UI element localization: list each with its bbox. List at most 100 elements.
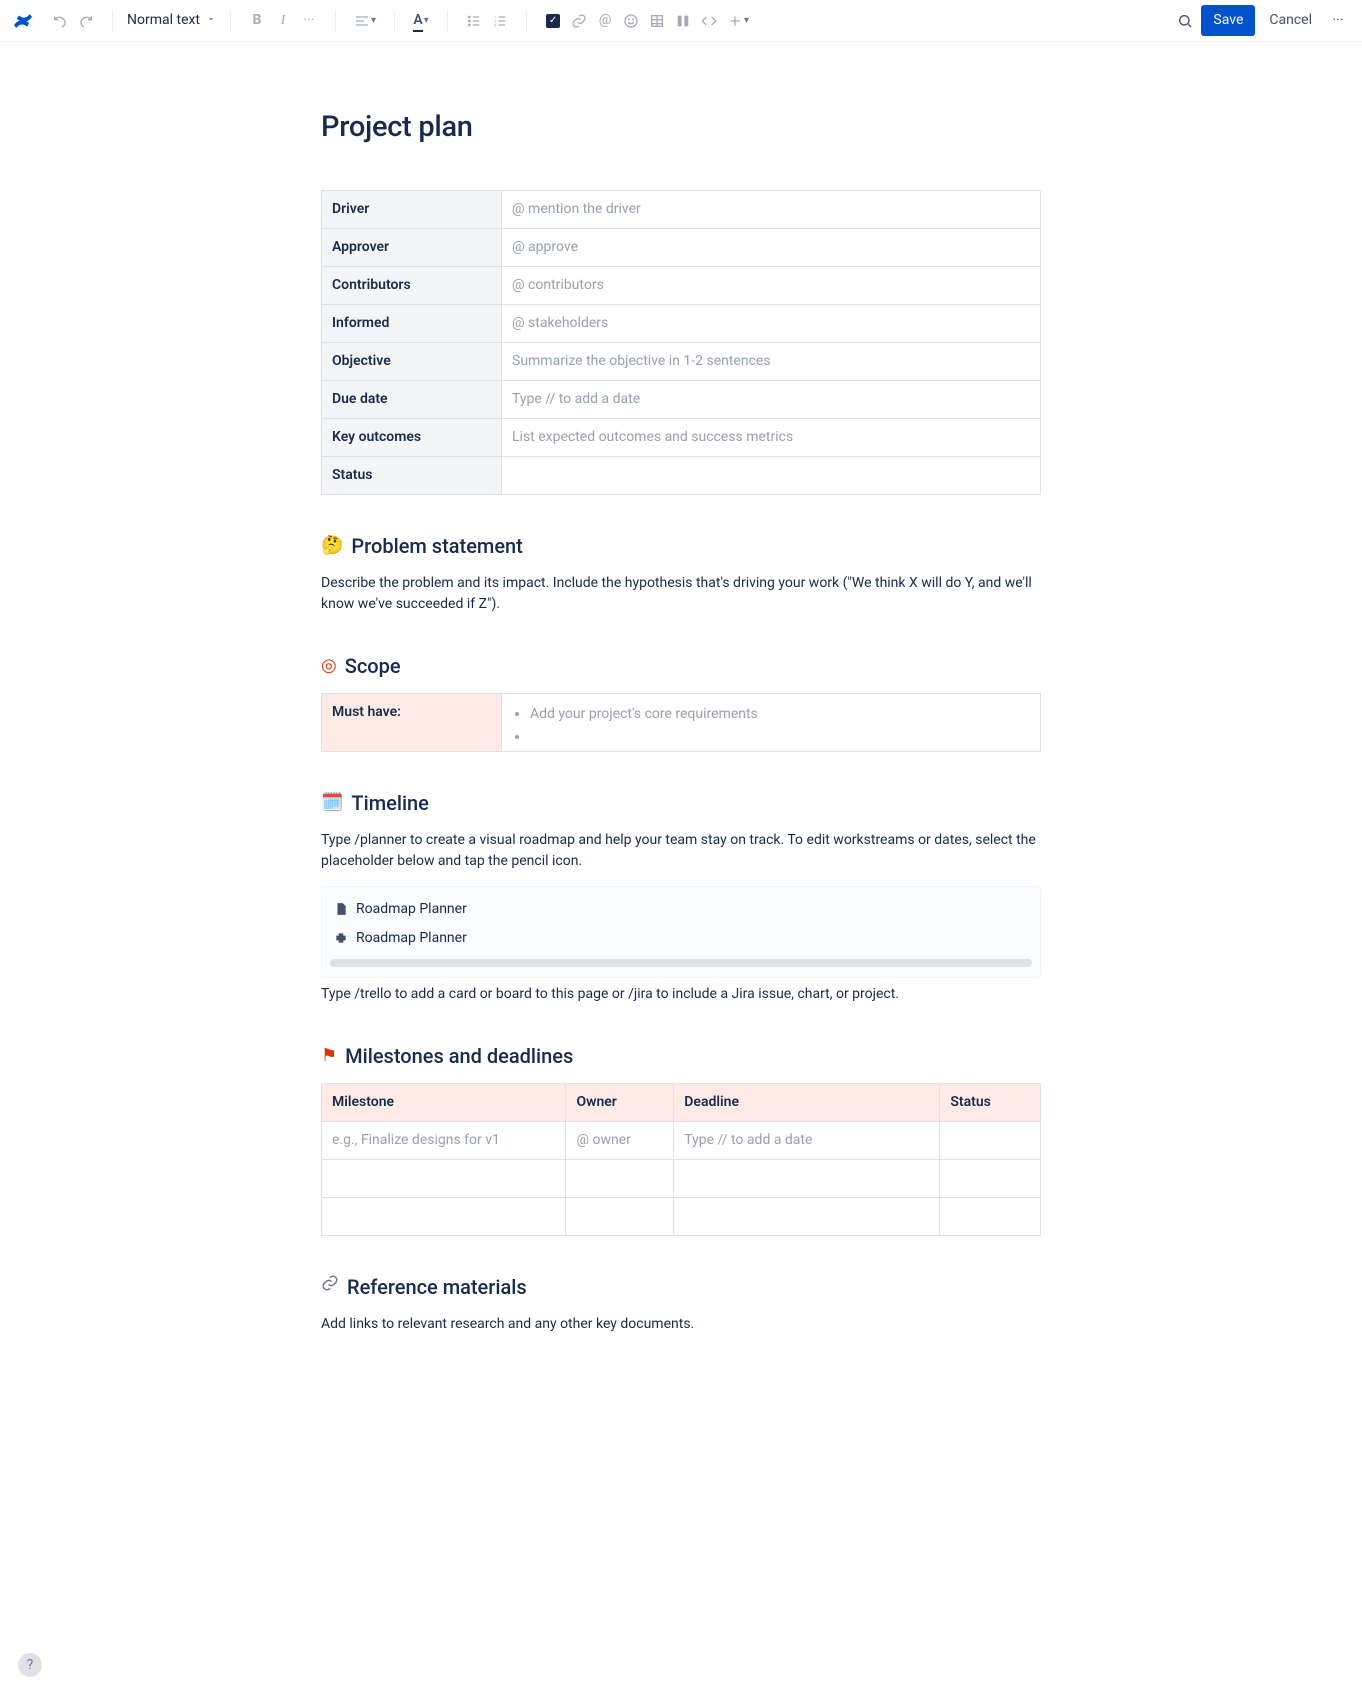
scope-row-content[interactable]: Add your project's core requirements <box>502 693 1041 751</box>
meta-label: Driver <box>322 190 502 228</box>
table-row[interactable]: Key outcomesList expected outcomes and s… <box>322 418 1041 456</box>
italic-button[interactable]: I <box>271 9 295 33</box>
col-owner: Owner <box>566 1083 674 1121</box>
align-button[interactable]: ▾ <box>350 9 380 33</box>
timeline-body-2[interactable]: Type /trello to add a card or board to t… <box>321 984 1041 1005</box>
table-row[interactable] <box>322 1159 1041 1197</box>
action-item-button[interactable]: ✓ <box>541 9 565 33</box>
layouts-button[interactable] <box>671 9 695 33</box>
section-title: Timeline <box>351 788 428 818</box>
meta-value[interactable]: List expected outcomes and success metri… <box>502 418 1041 456</box>
problem-body[interactable]: Describe the problem and its impact. Inc… <box>321 573 1041 615</box>
emoji-button[interactable] <box>619 9 643 33</box>
link-button[interactable] <box>567 9 591 33</box>
col-deadline: Deadline <box>674 1083 940 1121</box>
editor-toolbar: Normal text B I ··· ▾ A▾ 123 ✓ <box>0 0 1362 42</box>
undo-button[interactable] <box>48 9 72 33</box>
section-title: Reference materials <box>347 1272 527 1302</box>
scope-table[interactable]: Must have: Add your project's core requi… <box>321 693 1041 752</box>
help-button[interactable]: ? <box>18 1653 42 1677</box>
insert-button[interactable]: ▾ <box>723 9 753 33</box>
table-row[interactable]: Status <box>322 456 1041 494</box>
table-row[interactable] <box>322 1197 1041 1235</box>
text-color-button[interactable]: A▾ <box>409 9 433 33</box>
section-milestones: ⚑ Milestones and deadlines <box>321 1041 1041 1071</box>
separator <box>112 10 113 32</box>
table-row[interactable]: ObjectiveSummarize the objective in 1-2 … <box>322 342 1041 380</box>
meta-value[interactable]: Type // to add a date <box>502 380 1041 418</box>
bold-button[interactable]: B <box>245 9 269 33</box>
scope-item-empty[interactable] <box>530 727 1030 741</box>
code-button[interactable] <box>697 9 721 33</box>
meta-value[interactable]: @ mention the driver <box>502 190 1041 228</box>
meta-label: Key outcomes <box>322 418 502 456</box>
separator <box>394 10 395 32</box>
more-actions-button[interactable]: ··· <box>1326 9 1350 33</box>
scope-row-label: Must have: <box>322 693 502 751</box>
section-scope: ◎ Scope <box>321 651 1041 681</box>
table-row[interactable]: e.g., Finalize designs for v1 @ owner Ty… <box>322 1121 1041 1159</box>
table-row[interactable]: Driver@ mention the driver <box>322 190 1041 228</box>
meta-label: Due date <box>322 380 502 418</box>
thinking-face-icon: 🤔 <box>321 532 343 559</box>
roadmap-macro-block[interactable]: Roadmap Planner Roadmap Planner <box>321 886 1041 978</box>
cell[interactable] <box>940 1121 1041 1159</box>
meta-value[interactable]: @ stakeholders <box>502 304 1041 342</box>
separator <box>526 10 527 32</box>
section-title: Scope <box>345 651 401 681</box>
macro-row[interactable]: Roadmap Planner <box>322 895 1040 924</box>
meta-label: Contributors <box>322 266 502 304</box>
bullet-list-button[interactable] <box>462 9 486 33</box>
mention-button[interactable]: @ <box>593 9 617 33</box>
text-style-label: Normal text <box>127 10 200 31</box>
meta-label: Informed <box>322 304 502 342</box>
save-button[interactable]: Save <box>1201 5 1255 36</box>
calendar-icon: 🗓️ <box>321 789 343 816</box>
macro-row[interactable]: Roadmap Planner <box>322 924 1040 953</box>
target-icon: ◎ <box>321 652 337 679</box>
separator <box>447 10 448 32</box>
timeline-body[interactable]: Type /planner to create a visual roadmap… <box>321 830 1041 872</box>
flag-icon: ⚑ <box>321 1042 337 1069</box>
checkbox-icon: ✓ <box>546 14 560 28</box>
more-formatting-button[interactable]: ··· <box>297 9 321 33</box>
macro-scrollbar[interactable] <box>330 959 1032 967</box>
editor-page[interactable]: Project plan Driver@ mention the driverA… <box>301 42 1061 1429</box>
macro-label: Roadmap Planner <box>356 928 467 949</box>
link-icon <box>321 1273 339 1300</box>
table-button[interactable] <box>645 9 669 33</box>
cell[interactable]: e.g., Finalize designs for v1 <box>322 1121 566 1159</box>
meta-value[interactable]: Summarize the objective in 1-2 sentences <box>502 342 1041 380</box>
svg-text:3: 3 <box>494 22 496 27</box>
metadata-table[interactable]: Driver@ mention the driverApprover@ appr… <box>321 190 1041 495</box>
cell[interactable]: @ owner <box>566 1121 674 1159</box>
document-icon <box>334 902 348 916</box>
table-row[interactable]: Due dateType // to add a date <box>322 380 1041 418</box>
cancel-button[interactable]: Cancel <box>1259 5 1322 36</box>
puzzle-icon <box>334 931 348 945</box>
section-reference: Reference materials <box>321 1272 1041 1302</box>
col-status: Status <box>940 1083 1041 1121</box>
section-title: Milestones and deadlines <box>345 1041 573 1071</box>
confluence-logo <box>12 10 38 32</box>
milestones-table[interactable]: Milestone Owner Deadline Status e.g., Fi… <box>321 1083 1041 1236</box>
meta-value[interactable] <box>502 456 1041 494</box>
reference-body[interactable]: Add links to relevant research and any o… <box>321 1314 1041 1335</box>
page-title[interactable]: Project plan <box>321 106 1041 150</box>
table-row[interactable]: Contributors@ contributors <box>322 266 1041 304</box>
meta-value[interactable]: @ contributors <box>502 266 1041 304</box>
chevron-down-icon <box>206 10 216 31</box>
scope-item[interactable]: Add your project's core requirements <box>530 704 1030 725</box>
find-replace-button[interactable] <box>1173 9 1197 33</box>
cell[interactable]: Type // to add a date <box>674 1121 940 1159</box>
section-problem-statement: 🤔 Problem statement <box>321 531 1041 561</box>
meta-value[interactable]: @ approve <box>502 228 1041 266</box>
numbered-list-button[interactable]: 123 <box>488 9 512 33</box>
separator <box>230 10 231 32</box>
table-row[interactable]: Approver@ approve <box>322 228 1041 266</box>
section-title: Problem statement <box>351 531 522 561</box>
text-style-select[interactable]: Normal text <box>121 8 222 33</box>
table-row[interactable]: Informed@ stakeholders <box>322 304 1041 342</box>
meta-label: Objective <box>322 342 502 380</box>
redo-button[interactable] <box>74 9 98 33</box>
